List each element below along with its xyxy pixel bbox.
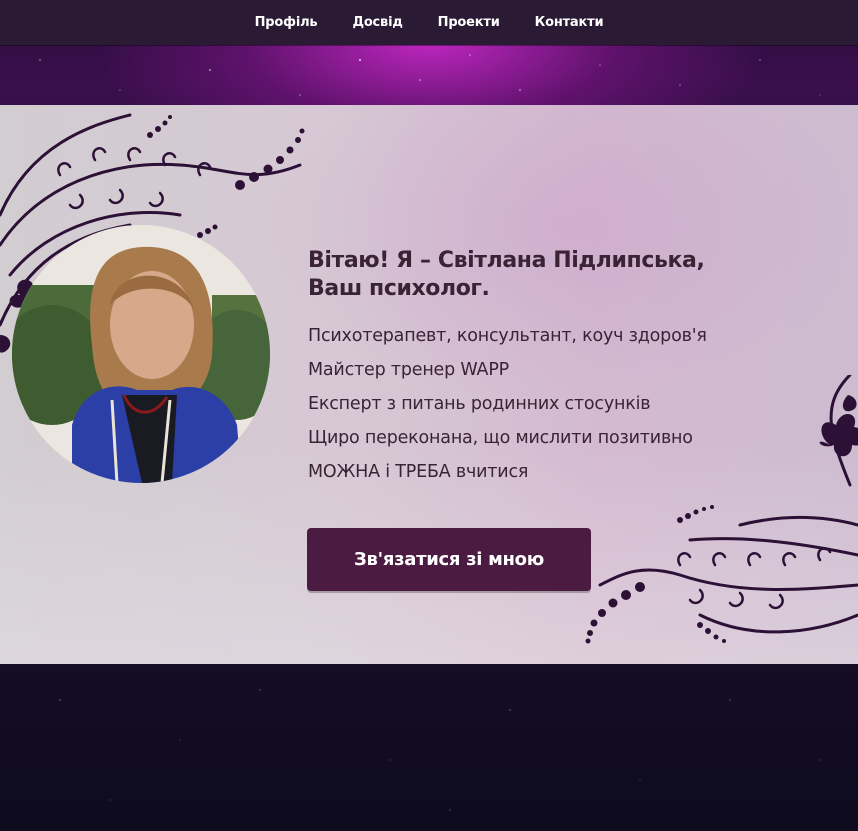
intro-line: Експерт з питань родинних стосунків	[308, 394, 651, 414]
nav-item-contacts[interactable]: Контакти	[535, 15, 604, 30]
title-line-2: Ваш психолог.	[308, 275, 490, 301]
intro-text: Психотерапевт, консультант, коуч здоров'…	[308, 319, 828, 489]
title-line-1: Вітаю! Я – Світлана Підлипська,	[308, 247, 705, 273]
contact-me-button[interactable]: Зв'язатися зі мною	[307, 528, 591, 591]
nav-item-experience[interactable]: Досвід	[352, 15, 402, 30]
intro-line: МОЖНА і ТРЕБА вчитися	[308, 462, 529, 482]
hero-section: Вітаю! Я – Світлана Підлипська, Ваш псих…	[0, 105, 858, 664]
intro-line: Щиро переконана, що мислити позитивно	[308, 428, 693, 448]
nav-item-projects[interactable]: Проекти	[438, 15, 500, 30]
portrait-photo	[12, 225, 270, 483]
intro-line: Майстер тренер WAPP	[308, 360, 510, 380]
nav-item-profile[interactable]: Профіль	[255, 15, 318, 30]
top-navbar: Профіль Досвід Проекти Контакти	[0, 0, 858, 45]
intro-line: Психотерапевт, консультант, коуч здоров'…	[308, 326, 707, 346]
page-title: Вітаю! Я – Світлана Підлипська, Ваш псих…	[308, 247, 828, 303]
